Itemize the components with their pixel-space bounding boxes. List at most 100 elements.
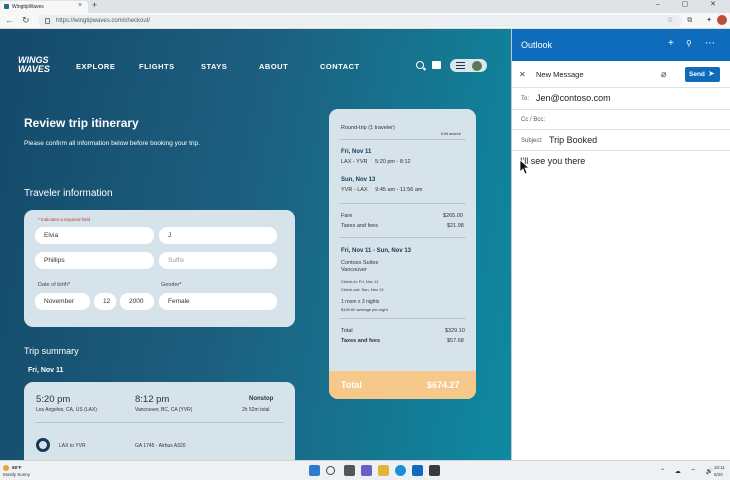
taxes-value: $21.98 xyxy=(447,223,464,229)
weather-desc: Mostly Sunny xyxy=(3,472,31,477)
row-divider xyxy=(512,129,730,130)
toolbar-icons[interactable]: ☆ ⧉ ✦ xyxy=(667,16,718,25)
hotel-name: Contoso Suites xyxy=(341,260,379,266)
browser-tab[interactable]: WingtipWaves × xyxy=(0,1,88,13)
flight-number: GA 1745 · Airbus A320 xyxy=(135,443,186,449)
weather-icon[interactable] xyxy=(3,465,9,471)
row-divider xyxy=(512,87,730,88)
return-detail: YVR - LAX 9:45 am - 11:56 am xyxy=(341,187,423,193)
flight-divider xyxy=(35,422,284,423)
outlook-icon[interactable] xyxy=(412,465,423,476)
avg-price: $109.60 average per night xyxy=(341,307,388,312)
lock-icon xyxy=(45,18,50,24)
grand-total-value: $674.27 xyxy=(427,380,460,390)
user-menu-button[interactable] xyxy=(450,59,487,72)
fare-value: $265.00 xyxy=(443,213,463,219)
attach-icon[interactable]: ⌀ xyxy=(661,69,666,80)
grand-total-label: Total xyxy=(341,380,362,390)
row-divider xyxy=(512,150,730,151)
new-item-icon[interactable]: + xyxy=(668,38,674,49)
hotel-city: Vancouver xyxy=(341,267,367,273)
send-icon: ➤ xyxy=(708,69,715,78)
address-bar: ← ↻ https://wingtipwaves.com/checkout/ ☆… xyxy=(0,13,730,29)
hotel-total-label: Total xyxy=(341,328,353,334)
site-logo[interactable]: WINGS WAVES xyxy=(18,56,52,80)
send-button[interactable]: Send ➤ xyxy=(685,67,720,82)
favicon-icon xyxy=(4,4,9,9)
chat-icon[interactable] xyxy=(361,465,372,476)
depart-place: Los Angeles, CA, US (LAX) xyxy=(36,407,97,413)
summary-card: Round-trip (1 traveler) Edit search Fri,… xyxy=(329,109,476,399)
clock-date: 5/20 xyxy=(714,472,723,477)
outlook-header: Outlook + ⚲ ⋯ xyxy=(512,29,730,61)
summary-header: Round-trip (1 traveler) xyxy=(341,125,395,131)
flight-card: 5:20 pm Los Angeles, CA, US (LAX) 8:12 p… xyxy=(24,382,295,460)
edge-icon[interactable] xyxy=(395,465,406,476)
logo-text: WINGS WAVES xyxy=(18,55,50,74)
search-icon[interactable]: ⚲ xyxy=(686,39,692,48)
fare-label: Fare xyxy=(341,213,353,219)
hotel-taxes-label: Taxes and fees xyxy=(341,338,381,344)
nav-explore[interactable]: EXPLORE xyxy=(76,62,115,71)
hotel-taxes-value: $57.68 xyxy=(447,338,464,344)
hotel-total-value: $329.10 xyxy=(445,328,465,334)
message-body[interactable]: I'll see you there xyxy=(520,156,585,166)
nav-contact[interactable]: CONTACT xyxy=(320,62,360,71)
refresh-icon[interactable]: ↻ xyxy=(22,15,30,26)
avatar xyxy=(472,61,482,71)
arrive-time: 8:12 pm xyxy=(135,394,170,405)
system-tray-icons[interactable]: ⌃ ☁ ⌔ 🔊 xyxy=(660,467,717,475)
edit-search-link[interactable]: Edit search xyxy=(441,131,461,136)
new-tab-button[interactable]: + xyxy=(92,0,97,10)
outlook-panel: Outlook + ⚲ ⋯ ✕ New Message ⌀ Send ➤ To:… xyxy=(511,29,730,460)
middle-initial-input[interactable]: J xyxy=(159,227,277,244)
send-label: Send xyxy=(689,71,705,78)
last-name-input[interactable]: Phillips xyxy=(35,252,154,269)
profile-avatar-icon[interactable] xyxy=(717,15,727,25)
summary-divider xyxy=(339,139,466,140)
bag-icon[interactable] xyxy=(432,61,441,69)
search-icon[interactable] xyxy=(416,61,424,69)
subject-field[interactable]: Trip Booked xyxy=(549,135,597,145)
check-out: Check-out: Sun, Nov 13 xyxy=(341,287,384,292)
browser-tab-bar: WingtipWaves × + – ▢ ✕ xyxy=(0,0,730,13)
file-explorer-icon[interactable] xyxy=(378,465,389,476)
hotel-dates: Fri, Nov 11 - Sun, Nov 13 xyxy=(341,248,412,254)
gender-select[interactable]: Female xyxy=(159,293,277,310)
subject-label: Subject: xyxy=(521,138,543,144)
dob-year-select[interactable]: 2000 xyxy=(120,293,154,310)
page-title: Review trip itinerary xyxy=(24,116,139,130)
weather-temp: 68°F xyxy=(12,465,22,470)
back-icon[interactable]: ← xyxy=(5,15,14,25)
nav-about[interactable]: ABOUT xyxy=(259,62,288,71)
dob-day-select[interactable]: 12 xyxy=(94,293,116,310)
duration-label: 2h 52m total xyxy=(242,407,270,413)
to-field[interactable]: Jen@contoso.com xyxy=(536,93,611,103)
tab-close-icon[interactable]: × xyxy=(78,2,82,9)
new-message-title: New Message xyxy=(536,70,584,79)
outbound-detail: LAX - YVR 5:20 pm - 8:12 xyxy=(341,159,411,165)
search-icon[interactable] xyxy=(326,466,335,475)
close-icon[interactable]: ✕ xyxy=(519,70,526,79)
cc-bcc-field[interactable]: Cc / Bcc: xyxy=(521,117,545,123)
trip-summary-heading: Trip summary xyxy=(24,346,79,356)
tab-title: WingtipWaves xyxy=(12,4,44,10)
return-date: Sun, Nov 13 xyxy=(341,177,376,183)
route-label: LAX to YVR xyxy=(59,443,86,449)
url-text: https://wingtipwaves.com/checkout/ xyxy=(56,18,151,24)
stops-label: Nonstop xyxy=(249,396,274,402)
dob-month-select[interactable]: November xyxy=(35,293,90,310)
dob-label: Date of birth* xyxy=(38,282,71,288)
window-controls[interactable]: – ▢ ✕ xyxy=(656,0,726,8)
url-input[interactable]: https://wingtipwaves.com/checkout/ xyxy=(38,15,682,27)
first-name-input[interactable]: Elvia xyxy=(35,227,154,244)
nav-stays[interactable]: STAYS xyxy=(201,62,227,71)
store-icon[interactable] xyxy=(429,465,440,476)
row-divider xyxy=(512,109,730,110)
menu-icon xyxy=(456,62,465,69)
more-icon[interactable]: ⋯ xyxy=(705,38,715,49)
suffix-input[interactable]: Suffix xyxy=(159,252,277,269)
task-view-icon[interactable] xyxy=(344,465,355,476)
start-icon[interactable] xyxy=(309,465,320,476)
nav-flights[interactable]: FLIGHTS xyxy=(139,62,175,71)
